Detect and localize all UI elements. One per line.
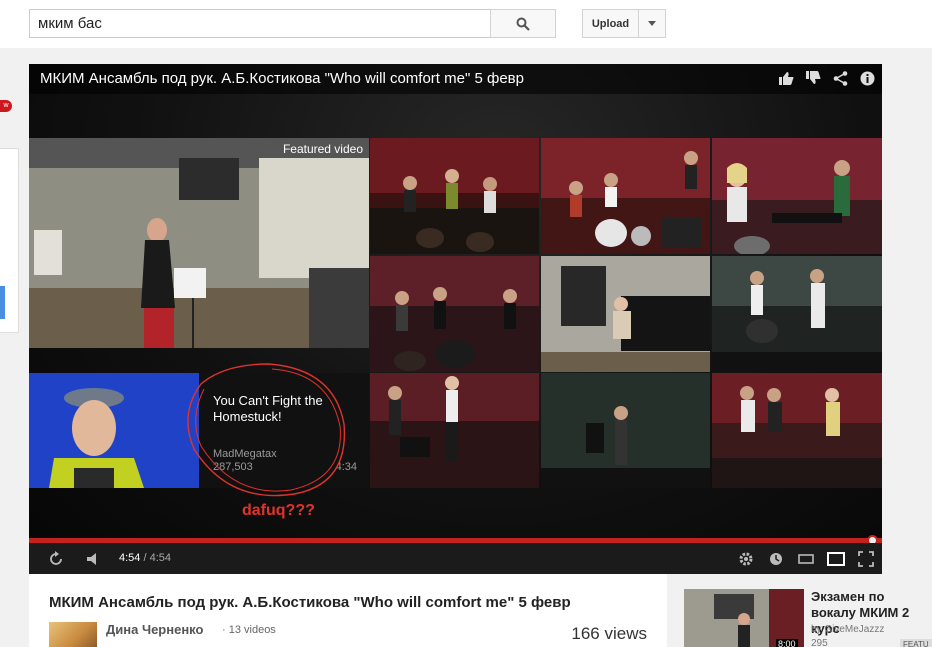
upload-menu-button[interactable] bbox=[638, 9, 666, 38]
channel-video-count[interactable]: · 13 videos bbox=[222, 624, 276, 636]
volume-icon[interactable] bbox=[85, 550, 103, 568]
video-info-panel: МКИМ Ансамбль под рук. А.Б.Костикова "Wh… bbox=[29, 574, 667, 647]
annotation-text: dafuq??? bbox=[242, 502, 315, 519]
fullscreen-icon[interactable] bbox=[857, 550, 875, 568]
featured-badge: FEATU bbox=[900, 639, 932, 647]
upload-button[interactable]: Upload bbox=[582, 9, 639, 38]
search-button[interactable] bbox=[490, 9, 556, 38]
settings-icon[interactable] bbox=[737, 550, 755, 568]
avatar[interactable] bbox=[49, 622, 97, 647]
small-player-icon[interactable] bbox=[797, 550, 815, 568]
related-video-thumbnail[interactable]: 8:00 bbox=[684, 589, 804, 647]
guide-button[interactable] bbox=[0, 286, 5, 319]
time-display: 4:54 / 4:54 bbox=[119, 552, 171, 564]
related-video-views: 295 bbox=[811, 638, 828, 647]
page-title: МКИМ Ансамбль под рук. А.Б.Костикова "Wh… bbox=[49, 594, 571, 611]
view-count: 166 views bbox=[571, 624, 647, 643]
notification-badge[interactable]: w bbox=[0, 100, 12, 112]
time-separator: / bbox=[140, 552, 150, 564]
top-bar: мким бас Upload bbox=[0, 0, 932, 48]
channel-link[interactable]: Дина Черненко bbox=[106, 622, 203, 637]
player-controls: 4:54 / 4:54 bbox=[29, 543, 882, 574]
watch-later-icon[interactable] bbox=[767, 550, 785, 568]
related-video-item[interactable]: 8:00 Экзамен по вокалу МКИМ 2 курс by Gi… bbox=[684, 589, 932, 647]
related-video-duration: 8:00 bbox=[776, 639, 798, 647]
related-video-channel[interactable]: by GiveMeJazzz bbox=[811, 624, 884, 635]
total-time: 4:54 bbox=[149, 552, 172, 564]
theater-icon[interactable] bbox=[827, 550, 845, 568]
replay-icon[interactable] bbox=[47, 550, 65, 568]
video-player[interactable]: МКИМ Ансамбль под рук. А.Б.Костикова "Wh… bbox=[29, 64, 882, 574]
annotation-circle bbox=[187, 363, 346, 497]
chevron-down-icon bbox=[648, 21, 656, 26]
search-input[interactable]: мким бас bbox=[29, 9, 491, 38]
current-time: 4:54 bbox=[119, 552, 141, 564]
search-icon bbox=[516, 17, 530, 31]
